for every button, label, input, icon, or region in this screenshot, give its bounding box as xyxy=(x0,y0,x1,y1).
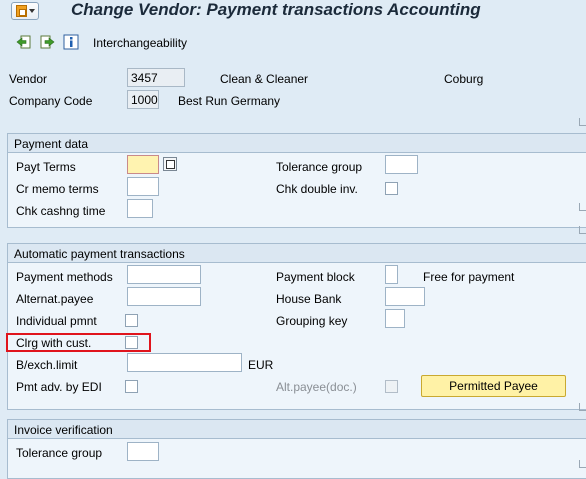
vendor-city: Coburg xyxy=(444,72,484,86)
chk-cashng-time-field[interactable] xyxy=(127,199,153,218)
company-code-field: 1000 xyxy=(127,90,159,109)
page-title: Change Vendor: Payment transactions Acco… xyxy=(71,0,481,19)
previous-screen-icon[interactable] xyxy=(16,34,32,50)
vendor-label: Vendor xyxy=(9,72,48,86)
title-bar: Change Vendor: Payment transactions Acco… xyxy=(0,0,586,24)
scroll-marker xyxy=(579,203,586,211)
cr-memo-terms-label: Cr memo terms xyxy=(16,182,99,196)
payt-terms-field[interactable] xyxy=(127,155,159,174)
grouping-key-label: Grouping key xyxy=(276,314,348,328)
chk-double-inv-label: Chk double inv. xyxy=(276,182,358,196)
chevron-down-icon xyxy=(29,9,35,13)
next-screen-icon[interactable] xyxy=(39,34,55,50)
menu-app-icon[interactable] xyxy=(11,2,39,20)
house-bank-field[interactable] xyxy=(385,287,425,306)
alt-payee-doc-label: Alt.payee(doc.) xyxy=(276,380,357,394)
menu-glyph xyxy=(16,5,27,17)
search-help-icon[interactable] xyxy=(163,157,177,171)
grouping-key-field[interactable] xyxy=(385,309,405,328)
bexch-limit-label: B/exch.limit xyxy=(16,358,78,372)
cr-memo-terms-field[interactable] xyxy=(127,177,159,196)
info-icon[interactable] xyxy=(63,34,79,50)
scroll-marker xyxy=(579,226,586,234)
bexch-limit-field[interactable] xyxy=(127,353,242,372)
company-name: Best Run Germany xyxy=(178,94,281,108)
payt-terms-label: Payt Terms xyxy=(16,160,76,174)
group-header: Payment data xyxy=(8,134,586,153)
alternat-payee-label: Alternat.payee xyxy=(16,292,94,306)
individual-pmnt-checkbox[interactable] xyxy=(125,314,138,327)
individual-pmnt-label: Individual pmnt xyxy=(16,314,97,328)
group-header: Automatic payment transactions xyxy=(8,244,586,263)
permitted-payee-button[interactable]: Permitted Payee xyxy=(421,375,566,397)
scroll-marker xyxy=(579,403,586,411)
chk-double-inv-checkbox[interactable] xyxy=(385,182,398,195)
group-title: Automatic payment transactions xyxy=(14,247,185,261)
company-code-label: Company Code xyxy=(9,94,93,108)
scroll-marker xyxy=(579,118,586,126)
group-title: Invoice verification xyxy=(14,423,113,437)
highlight-box xyxy=(6,333,151,352)
interchangeability-button[interactable]: Interchangeability xyxy=(93,36,187,50)
scroll-marker xyxy=(579,460,586,468)
pmt-adv-edi-checkbox[interactable] xyxy=(125,380,138,393)
alt-payee-doc-checkbox xyxy=(385,380,398,393)
group-header: Invoice verification xyxy=(8,420,586,439)
group-title: Payment data xyxy=(14,137,89,151)
tolerance-group-field[interactable] xyxy=(385,155,418,174)
alternat-payee-field[interactable] xyxy=(127,287,201,306)
iv-tolerance-group-label: Tolerance group xyxy=(16,446,103,460)
payment-block-field[interactable] xyxy=(385,265,398,284)
payment-methods-field[interactable] xyxy=(127,265,201,284)
iv-tolerance-group-field[interactable] xyxy=(127,442,159,461)
tolerance-group-label: Tolerance group xyxy=(276,160,363,174)
payment-block-text: Free for payment xyxy=(423,270,515,284)
chk-cashng-time-label: Chk cashng time xyxy=(16,204,106,218)
vendor-name: Clean & Cleaner xyxy=(220,72,309,86)
pmt-adv-edi-label: Pmt adv. by EDI xyxy=(16,380,102,394)
payment-methods-label: Payment methods xyxy=(16,270,113,284)
application-toolbar: Interchangeability xyxy=(0,30,586,54)
vendor-field: 3457 xyxy=(127,68,185,87)
bexch-currency: EUR xyxy=(248,358,274,372)
payment-block-label: Payment block xyxy=(276,270,355,284)
house-bank-label: House Bank xyxy=(276,292,342,306)
